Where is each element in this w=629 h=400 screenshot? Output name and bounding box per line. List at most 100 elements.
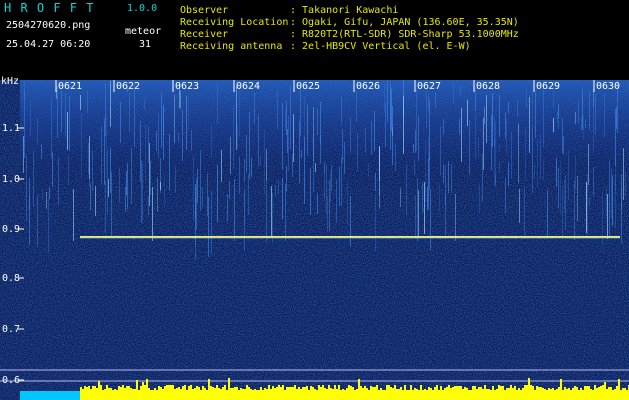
noise-streak: [540, 134, 541, 179]
level-bar-segment: [276, 387, 278, 400]
level-bar-segment: [368, 390, 370, 400]
noise-streak: [69, 96, 70, 151]
level-bar-segment: [218, 388, 220, 400]
noise-streak: [506, 118, 507, 154]
level-bar-segment: [226, 390, 228, 400]
noise-streak: [532, 128, 533, 193]
minute-label: 0628: [476, 81, 501, 92]
noise-streak: [556, 158, 557, 187]
level-bar-segment: [562, 390, 564, 400]
noise-streak: [272, 193, 273, 242]
noise-streak: [145, 124, 146, 181]
level-bar-segment: [202, 386, 204, 400]
level-bar-segment: [358, 379, 360, 400]
noise-streak: [129, 93, 130, 132]
level-bar-segment: [510, 385, 512, 400]
noise-streak: [285, 109, 286, 130]
level-bar-segment: [514, 386, 516, 400]
level-bar-segment: [142, 382, 144, 400]
noise-streak: [440, 127, 441, 176]
noise-streak: [535, 92, 536, 138]
observer-label: Observer: [180, 5, 229, 16]
level-bar-segment: [614, 389, 616, 400]
noise-streak: [125, 187, 126, 212]
freq-tick-label: 0.6: [2, 375, 21, 386]
noise-streak: [459, 119, 460, 134]
noise-streak: [110, 81, 111, 127]
noise-streak: [313, 127, 314, 192]
noise-streak: [390, 87, 391, 150]
minute-label: 0624: [236, 81, 261, 92]
level-bar-segment: [456, 386, 458, 400]
freq-tick-label: 0.7: [2, 324, 21, 335]
noise-streak: [330, 173, 331, 202]
count-value: 31: [139, 39, 152, 50]
noise-streak: [208, 197, 209, 257]
level-bar-segment: [494, 390, 496, 400]
noise-streak: [110, 148, 111, 193]
level-bar-segment: [424, 389, 426, 400]
noise-streak: [310, 168, 311, 215]
noise-streak: [80, 95, 81, 110]
noise-streak: [105, 180, 106, 233]
noise-streak: [105, 83, 106, 136]
noise-streak: [175, 167, 176, 193]
noise-streak: [557, 112, 558, 122]
level-bar-segment: [120, 387, 122, 400]
level-bar-segment: [268, 385, 270, 400]
noise-streak: [211, 125, 212, 158]
noise-streak: [92, 150, 93, 191]
noise-streak: [282, 103, 283, 170]
noise-streak: [26, 155, 27, 221]
level-bar-segment: [384, 390, 386, 400]
level-bar-segment: [444, 388, 446, 400]
level-bar-segment: [262, 390, 264, 400]
noise-streak: [58, 157, 59, 205]
level-bar-segment: [196, 386, 198, 400]
level-bar-segment: [600, 386, 602, 400]
noise-streak: [287, 129, 288, 153]
header-panel: H R O F F T 1.0.0 2504270620.png meteor …: [0, 0, 629, 80]
noise-streak: [244, 188, 245, 226]
level-bar-segment: [374, 387, 376, 400]
level-bar-segment: [346, 388, 348, 400]
level-bar-segment: [612, 390, 614, 400]
antenna-label: Receiving antenna: [180, 41, 283, 52]
noise-streak: [482, 154, 483, 202]
level-bar-segment: [578, 390, 580, 400]
level-bar-segment: [548, 388, 550, 400]
noise-streak: [379, 173, 380, 196]
noise-streak: [161, 93, 162, 148]
level-bar-segment: [144, 385, 146, 400]
level-bar-segment: [98, 381, 100, 400]
freq-tick-label: 1.1: [2, 123, 21, 134]
level-bar-segment: [148, 388, 150, 400]
noise-streak: [182, 110, 183, 161]
noise-streak: [422, 182, 423, 213]
level-bar-segment: [122, 385, 124, 400]
level-bar-segment: [96, 388, 98, 400]
level-bar-segment: [376, 385, 378, 400]
noise-streak: [286, 166, 287, 191]
level-bar-segment: [452, 387, 454, 400]
level-bar-segment: [292, 387, 294, 400]
noise-streak: [612, 175, 613, 226]
level-bar-segment: [172, 385, 174, 400]
noise-streak: [406, 164, 407, 215]
level-bar-segment: [158, 386, 160, 400]
level-bar-segment: [250, 389, 252, 400]
level-bar-segment: [602, 385, 604, 400]
level-bar-segment: [334, 385, 336, 400]
noise-streak: [615, 109, 616, 166]
level-bar-segment: [236, 387, 238, 400]
noise-streak: [111, 172, 112, 237]
level-bar-segment: [436, 385, 438, 400]
noise-streak: [275, 185, 276, 197]
level-bar-segment: [532, 386, 534, 400]
level-bar-segment: [336, 389, 338, 400]
level-bar-segment: [92, 386, 94, 400]
noise-streak: [508, 162, 509, 186]
noise-streak: [525, 127, 526, 181]
level-bar-segment: [208, 379, 210, 400]
noise-streak: [57, 84, 58, 138]
